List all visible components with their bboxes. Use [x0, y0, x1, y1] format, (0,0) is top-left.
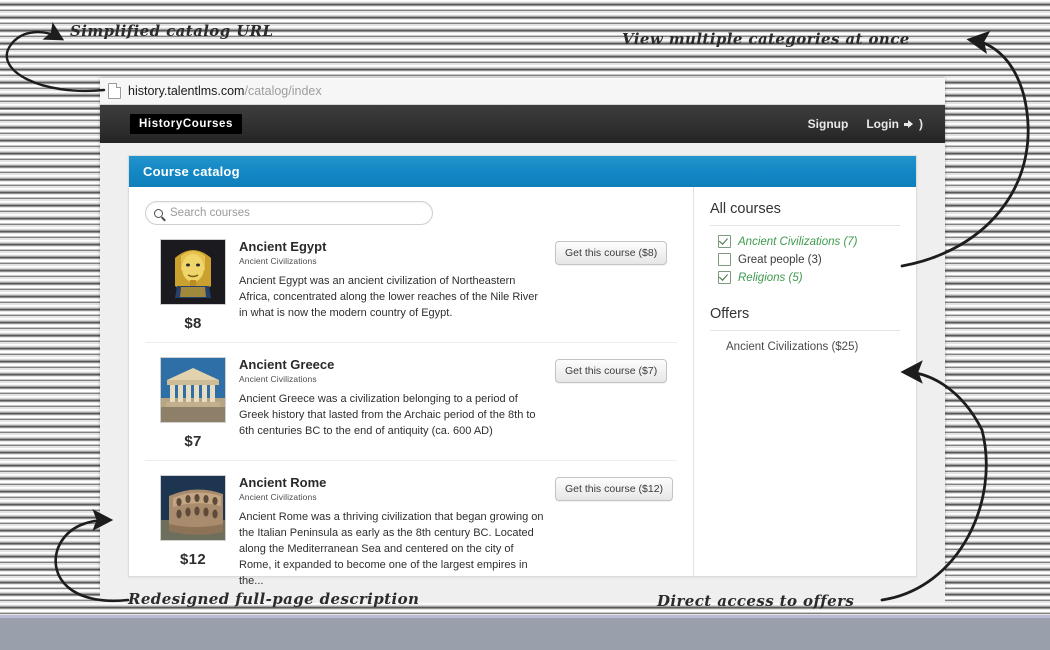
annotation-label-categories: View multiple categories at once	[622, 30, 910, 48]
search-icon	[154, 208, 163, 218]
annotation-label-description: Redesigned full-page description	[128, 590, 420, 608]
course-row[interactable]: $8 Ancient Egypt Ancient Civilizations A…	[145, 225, 677, 343]
search-input[interactable]	[168, 206, 422, 220]
course-main: Ancient Rome Ancient Civilizations Ancie…	[239, 475, 555, 589]
course-title[interactable]: Ancient Rome	[239, 475, 547, 490]
signup-label: Signup	[807, 117, 849, 131]
checkbox-checked-icon[interactable]	[718, 235, 731, 248]
category-label: Religions (5)	[738, 271, 803, 284]
sign-in-icon	[904, 119, 916, 130]
page-body: Course catalog Search courses $8 Ancient…	[100, 143, 945, 603]
get-course-button[interactable]: Get this course ($8)	[555, 241, 668, 265]
site-header: HistoryCourses Signup Login )	[100, 105, 945, 143]
course-list-column: $8 Ancient Egypt Ancient Civilizations A…	[129, 187, 694, 587]
browser-address-bar[interactable]: history.talentlms.com/catalog/index	[100, 78, 945, 105]
course-thumbnail-wrap: $12	[147, 475, 239, 589]
course-title[interactable]: Ancient Greece	[239, 357, 547, 372]
course-description: Ancient Egypt was an ancient civilizatio…	[239, 275, 538, 319]
course-category: Ancient Civilizations	[239, 492, 317, 502]
get-course-button[interactable]: Get this course ($12)	[555, 477, 674, 501]
sidebar-item-ancient-civilizations[interactable]: Ancient Civilizations (7)	[718, 235, 900, 248]
page-title: Course catalog	[129, 156, 916, 187]
course-main: Ancient Egypt Ancient Civilizations Anci…	[239, 239, 555, 332]
course-action: Get this course ($7)	[555, 357, 675, 450]
course-description: Ancient Greece was a civilization belong…	[239, 393, 536, 437]
sidebar-divider	[710, 225, 900, 226]
search-box[interactable]	[145, 201, 433, 225]
checkbox-checked-icon[interactable]	[718, 271, 731, 284]
course-row[interactable]: $12 Ancient Rome Ancient Civilizations A…	[145, 461, 677, 599]
offer-item[interactable]: Ancient Civilizations ($25)	[726, 341, 900, 353]
all-courses-heading: All courses	[710, 201, 781, 217]
category-filter-list: Ancient Civilizations (7) Great people (…	[718, 235, 900, 284]
sign-in-bracket: )	[919, 117, 923, 131]
course-row[interactable]: $7 Ancient Greece Ancient Civilizations …	[145, 343, 677, 461]
checkbox-unchecked-icon[interactable]	[718, 253, 731, 266]
bottom-gray-band	[0, 618, 1050, 650]
course-description: Ancient Rome was a thriving civilization…	[239, 511, 544, 587]
sidebar: All courses Ancient Civilizations (7) Gr…	[694, 187, 916, 576]
url-domain: history.talentlms.com	[128, 84, 245, 98]
course-main: Ancient Greece Ancient Civilizations Anc…	[239, 357, 555, 450]
sidebar-item-great-people[interactable]: Great people (3)	[718, 253, 900, 266]
panel-body: $8 Ancient Egypt Ancient Civilizations A…	[129, 187, 916, 587]
course-action: Get this course ($8)	[555, 239, 675, 332]
offers-heading: Offers	[710, 306, 750, 322]
browser-window: history.talentlms.com/catalog/index Hist…	[100, 78, 945, 603]
course-price: $8	[184, 315, 202, 332]
sidebar-item-religions[interactable]: Religions (5)	[718, 271, 900, 284]
course-thumbnail-wrap: $7	[147, 357, 239, 450]
site-nav: Signup Login )	[808, 117, 923, 131]
signup-link[interactable]: Signup	[808, 117, 849, 131]
document-icon	[108, 83, 121, 99]
login-link[interactable]: Login )	[866, 117, 923, 131]
get-course-button[interactable]: Get this course ($7)	[555, 359, 668, 383]
annotation-label-url: Simplified catalog URL	[70, 22, 274, 40]
login-label: Login	[866, 117, 899, 131]
parthenon-thumbnail	[160, 357, 226, 423]
screenshot-stage: history.talentlms.com/catalog/index Hist…	[0, 0, 1050, 650]
course-category: Ancient Civilizations	[239, 256, 317, 266]
course-thumbnail-wrap: $8	[147, 239, 239, 332]
course-price: $12	[180, 551, 206, 568]
colosseum-thumbnail	[160, 475, 226, 541]
course-action: Get this course ($12)	[555, 475, 675, 589]
annotation-label-offers: Direct access to offers	[657, 592, 855, 610]
sidebar-divider	[710, 330, 900, 331]
course-title[interactable]: Ancient Egypt	[239, 239, 547, 254]
category-label: Ancient Civilizations (7)	[738, 235, 858, 248]
url-path: /catalog/index	[244, 84, 322, 98]
course-category: Ancient Civilizations	[239, 374, 317, 384]
tutankhamun-mask-thumbnail	[160, 239, 226, 305]
course-price: $7	[184, 433, 202, 450]
site-logo[interactable]: HistoryCourses	[130, 114, 243, 134]
catalog-panel: Course catalog Search courses $8 Ancient…	[128, 155, 917, 587]
category-label: Great people (3)	[738, 253, 822, 266]
